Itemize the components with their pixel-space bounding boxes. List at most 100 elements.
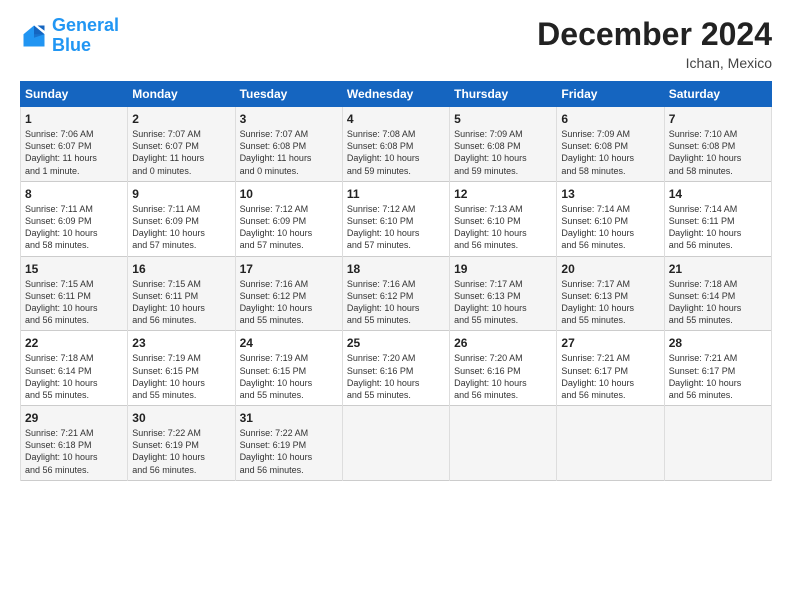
day-info-line: and 57 minutes. <box>240 239 338 251</box>
day-info-line: and 56 minutes. <box>132 314 230 326</box>
logo-line2: Blue <box>52 35 91 55</box>
day-number: 22 <box>25 335 123 351</box>
day-info-line: and 55 minutes. <box>240 389 338 401</box>
day-cell: 9Sunrise: 7:11 AMSunset: 6:09 PMDaylight… <box>128 181 235 256</box>
logo-icon <box>20 22 48 50</box>
month-title: December 2024 <box>537 16 772 53</box>
day-cell: 17Sunrise: 7:16 AMSunset: 6:12 PMDayligh… <box>235 256 342 331</box>
day-info-line: Sunset: 6:09 PM <box>132 215 230 227</box>
day-info-line: and 55 minutes. <box>347 389 445 401</box>
day-number: 25 <box>347 335 445 351</box>
page: General Blue December 2024 Ichan, Mexico… <box>0 0 792 612</box>
day-number: 31 <box>240 410 338 426</box>
day-cell: 14Sunrise: 7:14 AMSunset: 6:11 PMDayligh… <box>664 181 771 256</box>
day-info-line: Sunset: 6:11 PM <box>25 290 123 302</box>
day-info-line: Sunrise: 7:15 AM <box>132 278 230 290</box>
day-number: 20 <box>561 261 659 277</box>
day-info-line: Daylight: 10 hours <box>669 227 767 239</box>
day-info-line: Sunset: 6:08 PM <box>454 140 552 152</box>
day-info-line: Sunset: 6:14 PM <box>25 365 123 377</box>
day-info-line: Daylight: 10 hours <box>347 152 445 164</box>
day-info-line: Daylight: 10 hours <box>454 302 552 314</box>
day-cell: 24Sunrise: 7:19 AMSunset: 6:15 PMDayligh… <box>235 331 342 406</box>
day-number: 7 <box>669 111 767 127</box>
day-info-line: and 57 minutes. <box>132 239 230 251</box>
day-info-line: Sunrise: 7:07 AM <box>132 128 230 140</box>
day-info-line: Daylight: 10 hours <box>454 227 552 239</box>
logo-line1: General <box>52 15 119 35</box>
day-info-line: Sunrise: 7:14 AM <box>669 203 767 215</box>
day-number: 17 <box>240 261 338 277</box>
day-info-line: Sunset: 6:11 PM <box>132 290 230 302</box>
day-info-line: Sunset: 6:19 PM <box>240 439 338 451</box>
day-number: 19 <box>454 261 552 277</box>
day-info-line: Sunrise: 7:17 AM <box>454 278 552 290</box>
day-info-line: Sunset: 6:10 PM <box>454 215 552 227</box>
day-info-line: Sunrise: 7:09 AM <box>454 128 552 140</box>
day-info-line: Daylight: 10 hours <box>561 377 659 389</box>
title-block: December 2024 Ichan, Mexico <box>537 16 772 71</box>
day-info-line: Sunrise: 7:21 AM <box>561 352 659 364</box>
day-info-line: Daylight: 10 hours <box>132 451 230 463</box>
day-number: 2 <box>132 111 230 127</box>
day-info-line: Daylight: 10 hours <box>132 302 230 314</box>
day-info-line: and 57 minutes. <box>347 239 445 251</box>
day-info-line: Daylight: 10 hours <box>25 227 123 239</box>
day-number: 8 <box>25 186 123 202</box>
day-number: 18 <box>347 261 445 277</box>
day-info-line: Sunset: 6:10 PM <box>347 215 445 227</box>
day-number: 26 <box>454 335 552 351</box>
day-info-line: Sunset: 6:07 PM <box>132 140 230 152</box>
day-info-line: and 58 minutes. <box>669 165 767 177</box>
day-info-line: Daylight: 10 hours <box>25 377 123 389</box>
day-info-line: Sunrise: 7:11 AM <box>132 203 230 215</box>
col-header-thursday: Thursday <box>450 82 557 107</box>
day-info-line: Sunrise: 7:12 AM <box>240 203 338 215</box>
day-info-line: Daylight: 10 hours <box>132 227 230 239</box>
day-info-line: Daylight: 10 hours <box>669 302 767 314</box>
day-info-line: and 0 minutes. <box>132 165 230 177</box>
day-info-line: and 55 minutes. <box>669 314 767 326</box>
day-info-line: and 56 minutes. <box>454 239 552 251</box>
col-header-sunday: Sunday <box>21 82 128 107</box>
day-info-line: Sunset: 6:09 PM <box>25 215 123 227</box>
day-cell: 5Sunrise: 7:09 AMSunset: 6:08 PMDaylight… <box>450 107 557 182</box>
day-info-line: Sunrise: 7:09 AM <box>561 128 659 140</box>
day-info-line: Sunset: 6:16 PM <box>347 365 445 377</box>
day-cell: 29Sunrise: 7:21 AMSunset: 6:18 PMDayligh… <box>21 406 128 481</box>
day-info-line: Daylight: 11 hours <box>240 152 338 164</box>
header: General Blue December 2024 Ichan, Mexico <box>20 16 772 71</box>
day-number: 29 <box>25 410 123 426</box>
day-number: 13 <box>561 186 659 202</box>
day-info-line: Sunset: 6:08 PM <box>347 140 445 152</box>
day-number: 11 <box>347 186 445 202</box>
day-info-line: Sunset: 6:09 PM <box>240 215 338 227</box>
day-info-line: and 56 minutes. <box>561 239 659 251</box>
day-info-line: Sunset: 6:12 PM <box>347 290 445 302</box>
day-info-line: Sunset: 6:16 PM <box>454 365 552 377</box>
day-info-line: Daylight: 10 hours <box>240 451 338 463</box>
day-info-line: and 55 minutes. <box>132 389 230 401</box>
day-info-line: Sunset: 6:15 PM <box>132 365 230 377</box>
day-number: 5 <box>454 111 552 127</box>
day-number: 24 <box>240 335 338 351</box>
day-cell <box>664 406 771 481</box>
day-info-line: Daylight: 10 hours <box>240 302 338 314</box>
col-header-friday: Friday <box>557 82 664 107</box>
day-number: 21 <box>669 261 767 277</box>
day-info-line: Daylight: 10 hours <box>25 302 123 314</box>
day-info-line: Sunset: 6:14 PM <box>669 290 767 302</box>
day-cell: 23Sunrise: 7:19 AMSunset: 6:15 PMDayligh… <box>128 331 235 406</box>
logo-text: General Blue <box>52 16 119 56</box>
day-info-line: Sunrise: 7:11 AM <box>25 203 123 215</box>
day-info-line: Sunset: 6:11 PM <box>669 215 767 227</box>
day-info-line: Sunrise: 7:20 AM <box>454 352 552 364</box>
day-cell: 16Sunrise: 7:15 AMSunset: 6:11 PMDayligh… <box>128 256 235 331</box>
day-info-line: and 58 minutes. <box>25 239 123 251</box>
day-info-line: and 56 minutes. <box>669 389 767 401</box>
day-info-line: Sunrise: 7:19 AM <box>240 352 338 364</box>
day-cell: 21Sunrise: 7:18 AMSunset: 6:14 PMDayligh… <box>664 256 771 331</box>
calendar-table: SundayMondayTuesdayWednesdayThursdayFrid… <box>20 81 772 481</box>
day-info-line: Sunset: 6:08 PM <box>240 140 338 152</box>
day-info-line: Daylight: 10 hours <box>240 227 338 239</box>
